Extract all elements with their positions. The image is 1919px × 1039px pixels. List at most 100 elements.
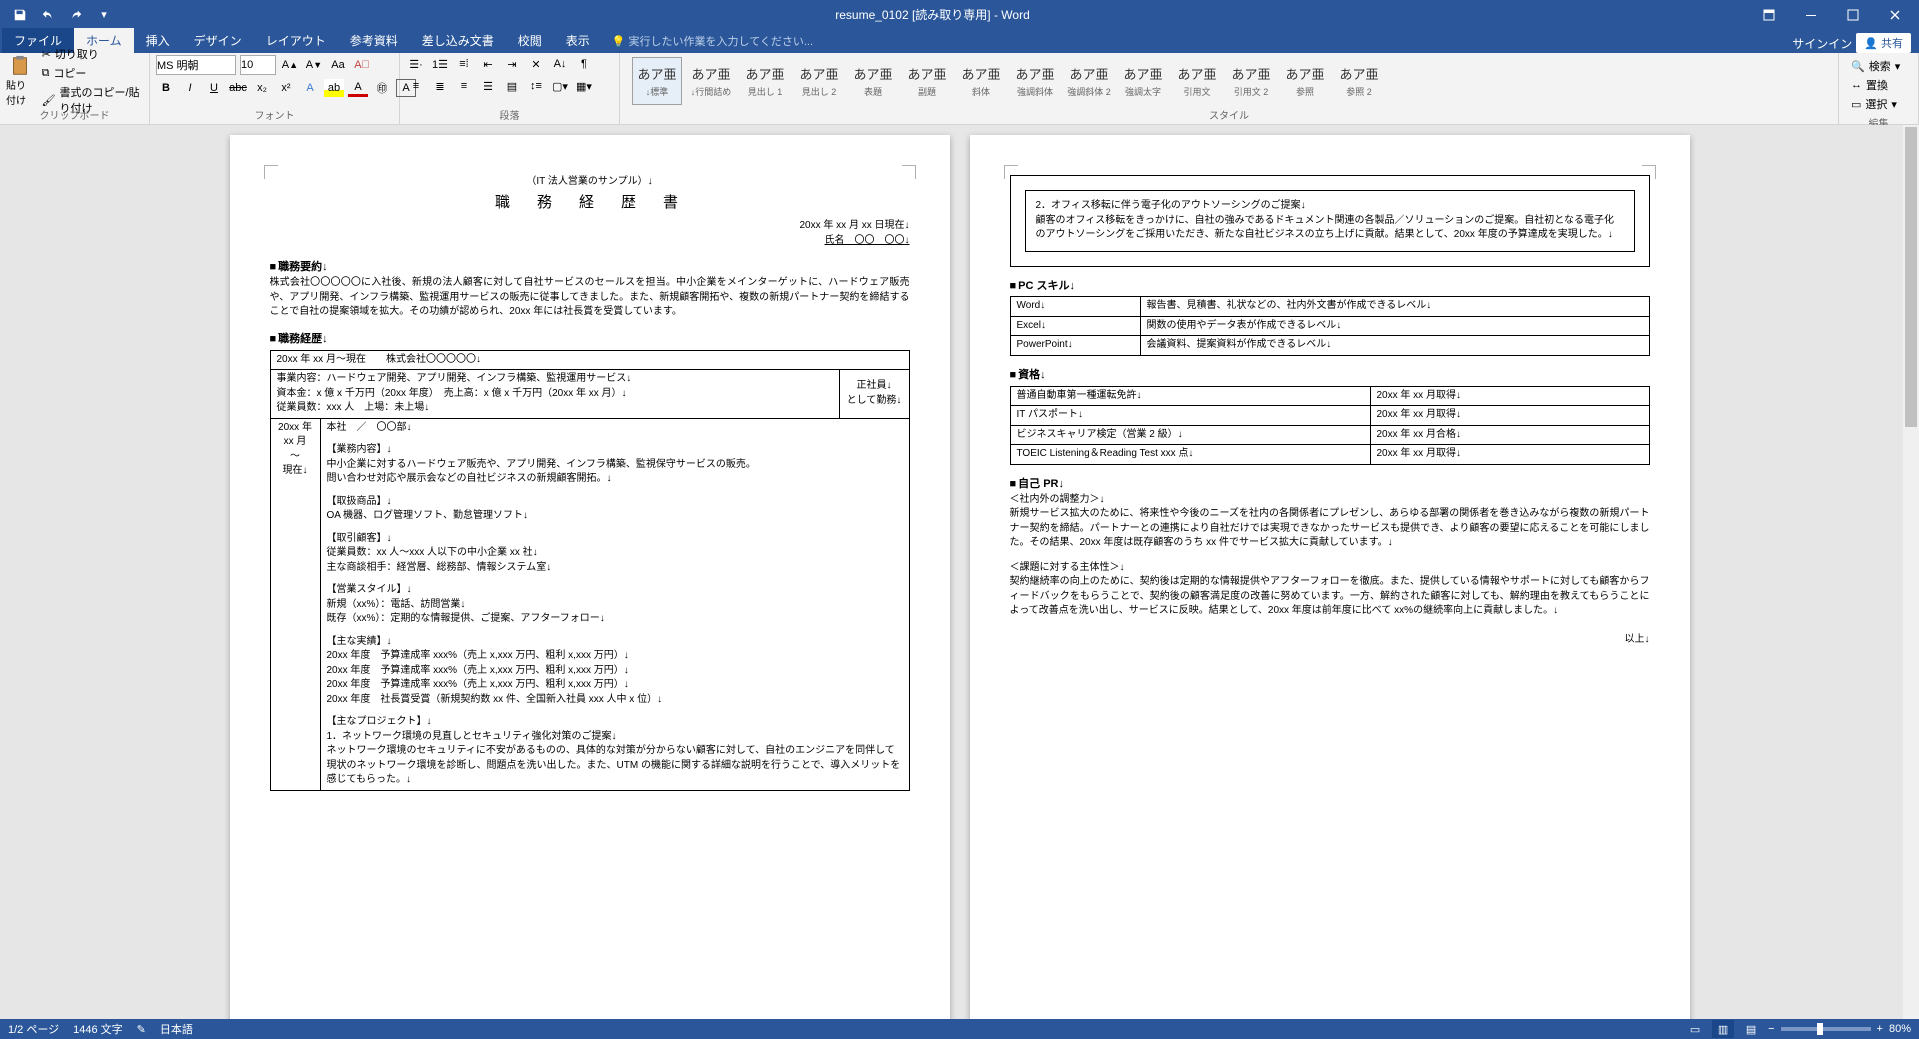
qat-customize[interactable]: ▾: [92, 3, 116, 27]
history-role: 正社員↓ として勤務↓: [839, 370, 909, 419]
bullets[interactable]: ☰·: [406, 55, 426, 73]
close-button[interactable]: [1875, 1, 1915, 29]
style-↓行間詰め[interactable]: あア亜↓行間詰め: [686, 57, 736, 105]
group-paragraph-label: 段落: [406, 107, 613, 122]
save-button[interactable]: [8, 3, 32, 27]
zoom-out[interactable]: −: [1768, 1023, 1774, 1035]
font-size-select[interactable]: [240, 55, 276, 75]
find-button[interactable]: 🔍 検索 ▾: [1847, 57, 1910, 75]
history-heading: 職務経歴↓: [270, 332, 910, 348]
superscript[interactable]: x²: [276, 79, 296, 97]
shrink-font[interactable]: A▼: [304, 56, 324, 74]
vertical-scrollbar[interactable]: [1903, 125, 1919, 1019]
clear-format[interactable]: A⃠: [352, 56, 372, 74]
spellcheck-icon[interactable]: ✎: [137, 1023, 146, 1036]
replace-button[interactable]: ↔ 置換: [1847, 76, 1910, 94]
style-斜体[interactable]: あア亜斜体: [956, 57, 1006, 105]
read-mode[interactable]: ▭: [1684, 1020, 1706, 1038]
app-title: resume_0102 [読み取り専用] - Word: [116, 6, 1749, 23]
style-↓標準[interactable]: あア亜↓標準: [632, 57, 682, 105]
line-spacing[interactable]: ↕≡: [526, 77, 546, 95]
group-clipboard-label: クリップボード: [6, 107, 143, 122]
numbering[interactable]: 1☰: [430, 55, 450, 73]
tab-layout[interactable]: レイアウト: [254, 28, 338, 53]
select-button[interactable]: ▭ 選択 ▾: [1847, 95, 1910, 113]
align-left[interactable]: ≡: [406, 77, 426, 95]
borders[interactable]: ▦▾: [574, 77, 594, 95]
tell-me-placeholder: 実行したい作業を入力してください...: [629, 36, 814, 48]
shading[interactable]: ▢▾: [550, 77, 570, 95]
text-effects[interactable]: A: [300, 79, 320, 97]
pc-skill-heading: PC スキル↓: [1010, 279, 1650, 295]
minimize-button[interactable]: [1791, 1, 1831, 29]
qual-heading: 資格↓: [1010, 368, 1650, 384]
decrease-indent[interactable]: ⇤: [478, 55, 498, 73]
italic[interactable]: I: [180, 79, 200, 97]
page-1: （IT 法人営業のサンプル）↓ 職 務 経 歴 書 20xx 年 xx 月 xx…: [230, 135, 950, 1019]
page-indicator[interactable]: 1/2 ページ: [8, 1021, 59, 1037]
show-marks[interactable]: ¶: [574, 55, 594, 73]
signin-link[interactable]: サインイン: [1792, 35, 1852, 52]
cut-button[interactable]: ✂ 切り取り: [40, 45, 143, 63]
history-detail-cell: 本社 ／ 〇〇部↓ 【業務内容】↓ 中小企業に対するハードウェア販売や、アプリ開…: [320, 418, 909, 790]
tab-mailings[interactable]: 差し込み文書: [410, 28, 506, 53]
tab-view[interactable]: 表示: [554, 28, 602, 53]
tab-review[interactable]: 校閲: [506, 28, 554, 53]
undo-button[interactable]: [36, 3, 60, 27]
enclose-char[interactable]: ㊞: [372, 79, 392, 97]
zoom-in[interactable]: +: [1877, 1023, 1883, 1035]
paste-button[interactable]: 貼り付け: [6, 55, 34, 107]
align-center[interactable]: ≣: [430, 77, 450, 95]
font-color[interactable]: A: [348, 79, 368, 97]
print-layout[interactable]: ▥: [1712, 1020, 1734, 1038]
style-見出し 1[interactable]: あア亜見出し 1: [740, 57, 790, 105]
tab-references[interactable]: 参考資料: [338, 28, 410, 53]
subscript[interactable]: x₂: [252, 79, 272, 97]
style-表題[interactable]: あア亜表題: [848, 57, 898, 105]
history-company: 20xx 年 xx 月〜現在 株式会社〇〇〇〇〇↓: [270, 350, 909, 370]
copy-button[interactable]: ⧉ コピー: [40, 64, 143, 82]
redo-button[interactable]: [64, 3, 88, 27]
style-強調斜体 2[interactable]: あア亜強調斜体 2: [1064, 57, 1114, 105]
web-layout[interactable]: ▤: [1740, 1020, 1762, 1038]
align-right[interactable]: ≡: [454, 77, 474, 95]
zoom-value[interactable]: 80%: [1889, 1023, 1911, 1035]
doc-name: 氏名 〇〇 〇〇↓: [825, 235, 910, 246]
word-count[interactable]: 1446 文字: [73, 1021, 123, 1037]
style-参照[interactable]: あア亜参照: [1280, 57, 1330, 105]
language-indicator[interactable]: 日本語: [160, 1021, 193, 1037]
tab-design[interactable]: デザイン: [182, 28, 254, 53]
history-date: 20xx 年 xx 月 〜 現在↓: [270, 418, 320, 790]
style-強調斜体[interactable]: あア亜強調斜体: [1010, 57, 1060, 105]
align-justify[interactable]: ☰: [478, 77, 498, 95]
style-強調太字[interactable]: あア亜強調太字: [1118, 57, 1168, 105]
asian-layout[interactable]: ✕: [526, 55, 546, 73]
style-参照 2[interactable]: あア亜参照 2: [1334, 57, 1384, 105]
maximize-button[interactable]: [1833, 1, 1873, 29]
bold[interactable]: B: [156, 79, 176, 97]
highlight[interactable]: ab: [324, 79, 344, 97]
sort[interactable]: A↓: [550, 55, 570, 73]
grow-font[interactable]: A▲: [280, 56, 300, 74]
increase-indent[interactable]: ⇥: [502, 55, 522, 73]
ribbon-display-options[interactable]: [1749, 1, 1789, 29]
style-副題[interactable]: あア亜副題: [902, 57, 952, 105]
strike[interactable]: abc: [228, 79, 248, 97]
page-2: 2．オフィス移転に伴う電子化のアウトソーシングのご提案↓ 顧客のオフィス移転をき…: [970, 135, 1690, 1019]
document-canvas[interactable]: （IT 法人営業のサンプル）↓ 職 務 経 歴 書 20xx 年 xx 月 xx…: [0, 125, 1919, 1019]
font-name-select[interactable]: [156, 55, 236, 75]
tell-me-search[interactable]: 💡 実行したい作業を入力してください...: [602, 29, 823, 53]
multilevel[interactable]: ≡⁞: [454, 55, 474, 73]
sample-note: （IT 法人営業のサンプル）↓: [270, 175, 910, 190]
underline[interactable]: U: [204, 79, 224, 97]
group-font-label: フォント: [156, 107, 393, 122]
zoom-slider[interactable]: [1781, 1027, 1871, 1031]
style-見出し 2[interactable]: あア亜見出し 2: [794, 57, 844, 105]
history-overview: 事業内容：ハードウェア開発、アプリ開発、インフラ構築、監視運用サービス↓ 資本金…: [270, 370, 839, 419]
group-styles-label: スタイル: [626, 107, 1832, 122]
align-distribute[interactable]: ▤: [502, 77, 522, 95]
style-引用文[interactable]: あア亜引用文: [1172, 57, 1222, 105]
style-引用文 2[interactable]: あア亜引用文 2: [1226, 57, 1276, 105]
share-button[interactable]: 👤 共有: [1856, 33, 1911, 53]
change-case[interactable]: Aa: [328, 56, 348, 74]
